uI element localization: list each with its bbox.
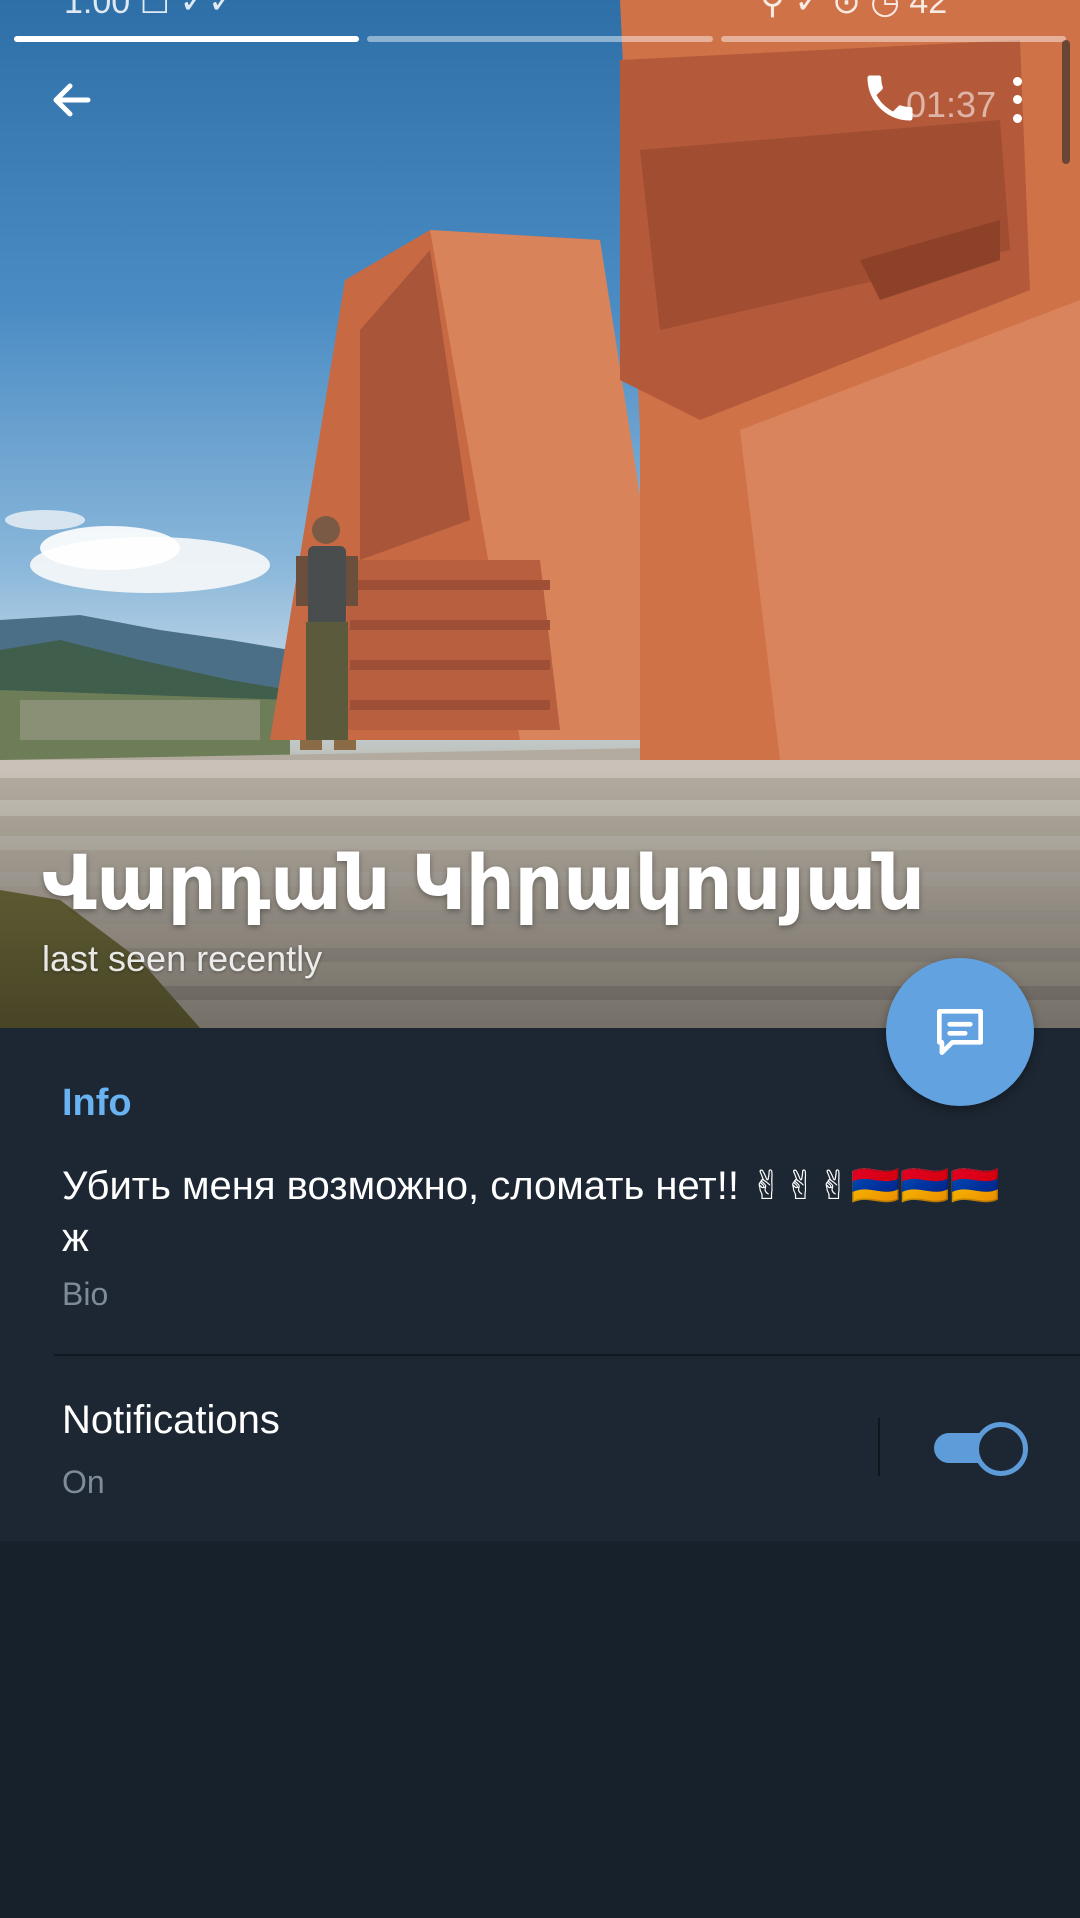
photo-progress-segment[interactable] xyxy=(720,36,1066,42)
more-vertical-icon xyxy=(1012,114,1022,124)
notifications-status: On xyxy=(62,1464,105,1500)
status-bar-right: ⚲ ✓ ⊙ ◷ 42 xyxy=(760,0,948,21)
scrollbar[interactable] xyxy=(1062,40,1070,164)
back-button[interactable] xyxy=(36,64,108,136)
more-vertical-icon xyxy=(1012,76,1022,86)
info-section-title: Info xyxy=(62,1082,132,1124)
call-timer: 01:37 xyxy=(906,84,997,125)
send-message-button[interactable] xyxy=(886,958,1034,1106)
profile-status: last seen recently xyxy=(42,938,323,979)
profile-name: Վարդան Կիրակոսյան xyxy=(42,841,925,926)
vertical-separator xyxy=(878,1418,880,1476)
photo-progress-bars xyxy=(14,36,1066,42)
bio-text[interactable]: Убить меня возможно, сломать нет!! ✌✌✌🇦🇲… xyxy=(62,1160,1022,1264)
notifications-toggle[interactable] xyxy=(934,1420,1028,1476)
photo-progress-segment[interactable] xyxy=(14,36,360,42)
arrow-left-icon xyxy=(53,83,91,117)
divider xyxy=(54,1354,1080,1356)
more-vertical-icon xyxy=(1012,95,1022,105)
info-section xyxy=(0,1028,1080,1541)
message-icon xyxy=(937,1009,983,1055)
notifications-title[interactable]: Notifications xyxy=(62,1398,280,1443)
toggle-knob xyxy=(974,1422,1028,1476)
photo-progress-segment[interactable] xyxy=(367,36,713,42)
bio-label: Bio xyxy=(62,1276,109,1312)
more-menu-button[interactable] xyxy=(1000,72,1034,128)
status-bar-left: 1:00 ☐ ✓✓ xyxy=(64,0,237,21)
